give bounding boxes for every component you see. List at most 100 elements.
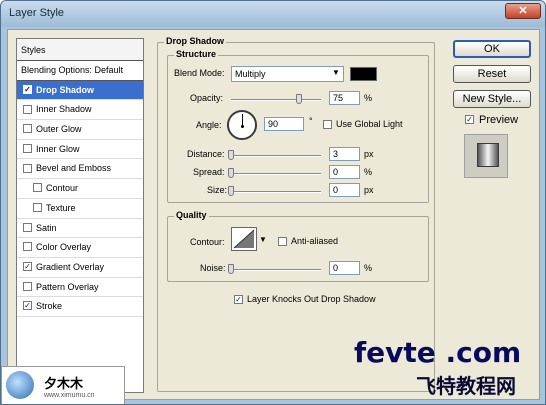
fevte-watermark: fevte .com	[354, 336, 522, 369]
noise-slider-track[interactable]	[231, 269, 321, 271]
contour-dropdown-chevron-icon[interactable]: ▼	[259, 235, 267, 244]
quality-group: Quality Contour: ▼ Anti-aliased Noise: 0…	[167, 210, 429, 282]
style-item-label: Satin	[36, 222, 57, 233]
close-button[interactable]: ✕	[505, 3, 541, 19]
distance-slider-thumb[interactable]	[228, 150, 234, 160]
style-item-contour[interactable]: Contour	[17, 179, 143, 199]
layer-style-dialog: Layer Style ✕ Styles Blending Options: D…	[0, 0, 546, 405]
logo-icon	[6, 371, 34, 399]
style-item-checkbox[interactable]	[33, 183, 42, 193]
contour-curve-icon	[233, 229, 255, 249]
style-item-color-overlay[interactable]: Color Overlay	[17, 238, 143, 258]
style-item-checkbox[interactable]	[23, 104, 32, 114]
shadow-color-swatch[interactable]	[350, 67, 377, 81]
noise-label: Noise:	[200, 263, 226, 273]
new-style-button[interactable]: New Style...	[453, 90, 531, 108]
style-item-label: Texture	[46, 202, 76, 213]
title-bar[interactable]: Layer Style ✕	[1, 1, 545, 27]
distance-label: Distance:	[187, 149, 225, 159]
style-item-checkbox[interactable]	[33, 202, 42, 212]
style-item-checkbox[interactable]: ✓	[23, 84, 32, 94]
distance-field[interactable]: 3	[329, 147, 360, 161]
size-field[interactable]: 0	[329, 183, 360, 197]
style-item-checkbox[interactable]	[23, 143, 32, 153]
distance-slider-track[interactable]	[231, 155, 321, 157]
quality-title: Quality	[174, 210, 209, 220]
noise-slider-thumb[interactable]	[228, 264, 234, 274]
style-item-checkbox[interactable]	[23, 281, 32, 291]
chevron-down-icon: ▼	[332, 68, 340, 77]
style-item-bevel-and-emboss[interactable]: Bevel and Emboss	[17, 159, 143, 180]
style-item-label: Color Overlay	[36, 242, 92, 253]
contour-picker[interactable]	[231, 227, 257, 251]
angle-dial[interactable]	[227, 110, 257, 140]
logo-text: 夕木木	[44, 376, 84, 391]
size-label: Size:	[207, 185, 228, 195]
opacity-unit: %	[364, 93, 373, 103]
opacity-slider-track[interactable]	[231, 99, 321, 101]
style-item-inner-glow[interactable]: Inner Glow	[17, 140, 143, 160]
style-item-checkbox[interactable]: ✓	[23, 262, 32, 271]
structure-title: Structure	[174, 49, 219, 59]
style-item-label: Outer Glow	[36, 124, 82, 135]
anti-aliased-checkbox[interactable]	[278, 237, 287, 246]
layer-knocks-out-checkbox[interactable]: ✓	[234, 295, 243, 304]
angle-field[interactable]: 90	[264, 117, 304, 131]
spread-slider-thumb[interactable]	[228, 168, 234, 178]
ok-button[interactable]: OK	[453, 40, 531, 58]
spread-unit: %	[364, 167, 373, 177]
style-item-label: Pattern Overlay	[36, 281, 99, 292]
opacity-field[interactable]: 75	[329, 91, 360, 105]
preview-label[interactable]: Preview	[479, 114, 518, 126]
style-item-label: Bevel and Emboss	[36, 163, 112, 174]
style-item-label: Inner Shadow	[36, 104, 92, 115]
angle-dial-center	[241, 125, 244, 128]
reset-button[interactable]: Reset	[453, 65, 531, 83]
blend-mode-label: Blend Mode:	[174, 68, 225, 78]
use-global-light-label[interactable]: Use Global Light	[336, 119, 403, 129]
ximumu-logo-badge: 夕木木 www.ximumu.cn	[1, 366, 125, 404]
opacity-slider-thumb[interactable]	[295, 94, 302, 104]
styles-header[interactable]: Styles	[17, 39, 143, 61]
style-item-label: Contour	[46, 183, 79, 194]
style-item-checkbox[interactable]: ✓	[23, 301, 32, 311]
style-item-stroke[interactable]: ✓ Stroke	[17, 297, 143, 317]
logo-url: www.ximumu.cn	[44, 392, 95, 399]
style-item-inner-shadow[interactable]: Inner Shadow	[17, 100, 143, 121]
style-item-checkbox[interactable]	[23, 163, 32, 173]
layer-knocks-out-label[interactable]: Layer Knocks Out Drop Shadow	[247, 294, 376, 304]
style-item-checkbox[interactable]	[23, 222, 32, 232]
opacity-label: Opacity:	[190, 93, 224, 103]
style-item-checkbox[interactable]	[23, 124, 32, 134]
style-item-gradient-overlay[interactable]: ✓ Gradient Overlay	[17, 258, 143, 278]
styles-list: Styles Blending Options: Default ✓ Drop S…	[16, 38, 144, 393]
size-slider-track[interactable]	[231, 191, 321, 193]
angle-label: Angle:	[196, 120, 222, 130]
anti-aliased-label[interactable]: Anti-aliased	[291, 236, 338, 246]
blending-options-item[interactable]: Blending Options: Default	[17, 61, 143, 81]
style-item-pattern-overlay[interactable]: Pattern Overlay	[17, 278, 143, 298]
size-slider-thumb[interactable]	[228, 186, 234, 196]
noise-field[interactable]: 0	[329, 261, 360, 275]
size-unit: px	[364, 185, 374, 195]
blend-mode-select[interactable]: Multiply ▼	[231, 66, 344, 82]
style-item-satin[interactable]: Satin	[17, 219, 143, 239]
style-item-label: Stroke	[36, 301, 63, 312]
spread-label: Spread:	[193, 167, 225, 177]
noise-unit: %	[364, 263, 373, 273]
style-item-drop-shadow[interactable]: ✓ Drop Shadow	[17, 80, 143, 101]
style-item-texture[interactable]: Texture	[17, 199, 143, 219]
structure-group: Structure Blend Mode: Multiply ▼ Opacity…	[167, 49, 429, 203]
window-title: Layer Style	[9, 7, 65, 19]
style-preview-thumbnail	[464, 134, 508, 178]
spread-slider-track[interactable]	[231, 173, 321, 175]
blend-mode-value: Multiply	[235, 69, 266, 79]
spread-field[interactable]: 0	[329, 165, 360, 179]
angle-unit: °	[309, 116, 313, 126]
contour-label: Contour:	[190, 237, 225, 247]
style-item-checkbox[interactable]	[23, 242, 32, 252]
style-item-outer-glow[interactable]: Outer Glow	[17, 120, 143, 140]
use-global-light-checkbox[interactable]	[323, 120, 332, 129]
preview-checkbox[interactable]: ✓	[465, 115, 474, 124]
style-item-label: Gradient Overlay	[36, 261, 105, 272]
